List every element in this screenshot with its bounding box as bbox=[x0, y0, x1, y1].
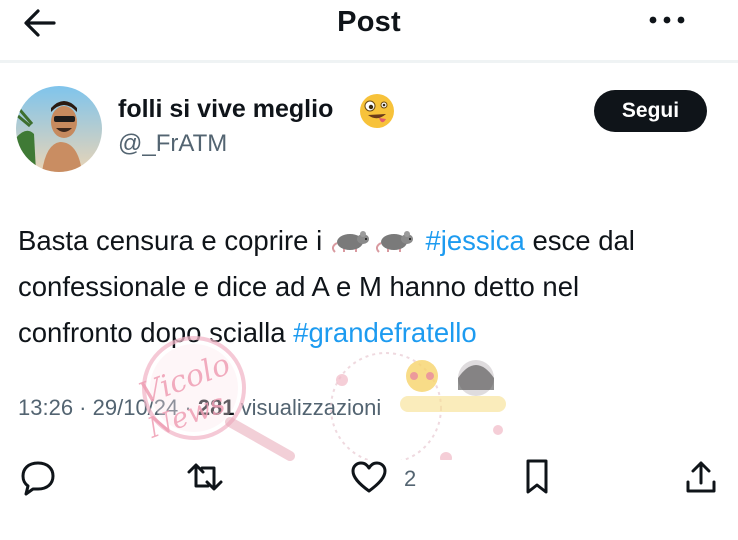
bookmark-icon[interactable] bbox=[520, 458, 554, 496]
tweet-line: confronto dopo scialla #grandefratello bbox=[18, 310, 718, 356]
follow-button[interactable]: Segui bbox=[594, 90, 707, 132]
like-heart-icon[interactable] bbox=[350, 458, 388, 496]
rat-emoji-icon bbox=[331, 231, 369, 253]
hashtag-link[interactable]: #jessica bbox=[425, 225, 524, 256]
tweet-text-segment: Basta censura e coprire i bbox=[18, 225, 330, 256]
top-bar: Post bbox=[0, 0, 738, 48]
views-count[interactable]: 281 bbox=[198, 395, 235, 420]
tweet-text-segment: confronto dopo scialla bbox=[18, 317, 294, 348]
reply-icon[interactable] bbox=[20, 458, 56, 496]
share-icon[interactable] bbox=[684, 458, 718, 496]
views-label: visualizzazioni bbox=[234, 395, 382, 420]
meta-separator: · bbox=[178, 395, 198, 420]
retweet-icon[interactable] bbox=[185, 458, 225, 496]
tweet-text-segment: esce dal bbox=[524, 225, 635, 256]
user-handle[interactable]: @_FrATM bbox=[118, 130, 227, 158]
more-options-icon[interactable] bbox=[648, 15, 688, 25]
tweet-text: Basta censura e coprire i #jessica esce … bbox=[18, 218, 718, 356]
page-title: Post bbox=[337, 6, 401, 38]
like-count: 2 bbox=[404, 466, 417, 491]
avatar[interactable] bbox=[16, 86, 102, 172]
tweet-line: Basta censura e coprire i #jessica esce … bbox=[18, 218, 718, 264]
post-time[interactable]: 13:26 bbox=[18, 395, 73, 420]
display-name[interactable]: folli si vive meglio bbox=[118, 95, 333, 124]
post-date[interactable]: 29/10/24 bbox=[93, 395, 179, 420]
rat-emoji-icon bbox=[375, 231, 413, 253]
hashtag-link[interactable]: #grandefratello bbox=[293, 317, 476, 348]
zany-face-emoji-icon bbox=[360, 94, 394, 128]
post-meta: 13:26 · 29/10/24 · 281 visualizzazioni bbox=[18, 395, 381, 421]
tweet-line: confessionale e dice ad A e M hanno dett… bbox=[18, 271, 580, 302]
header-divider bbox=[0, 60, 738, 63]
meta-separator: · bbox=[73, 395, 93, 420]
